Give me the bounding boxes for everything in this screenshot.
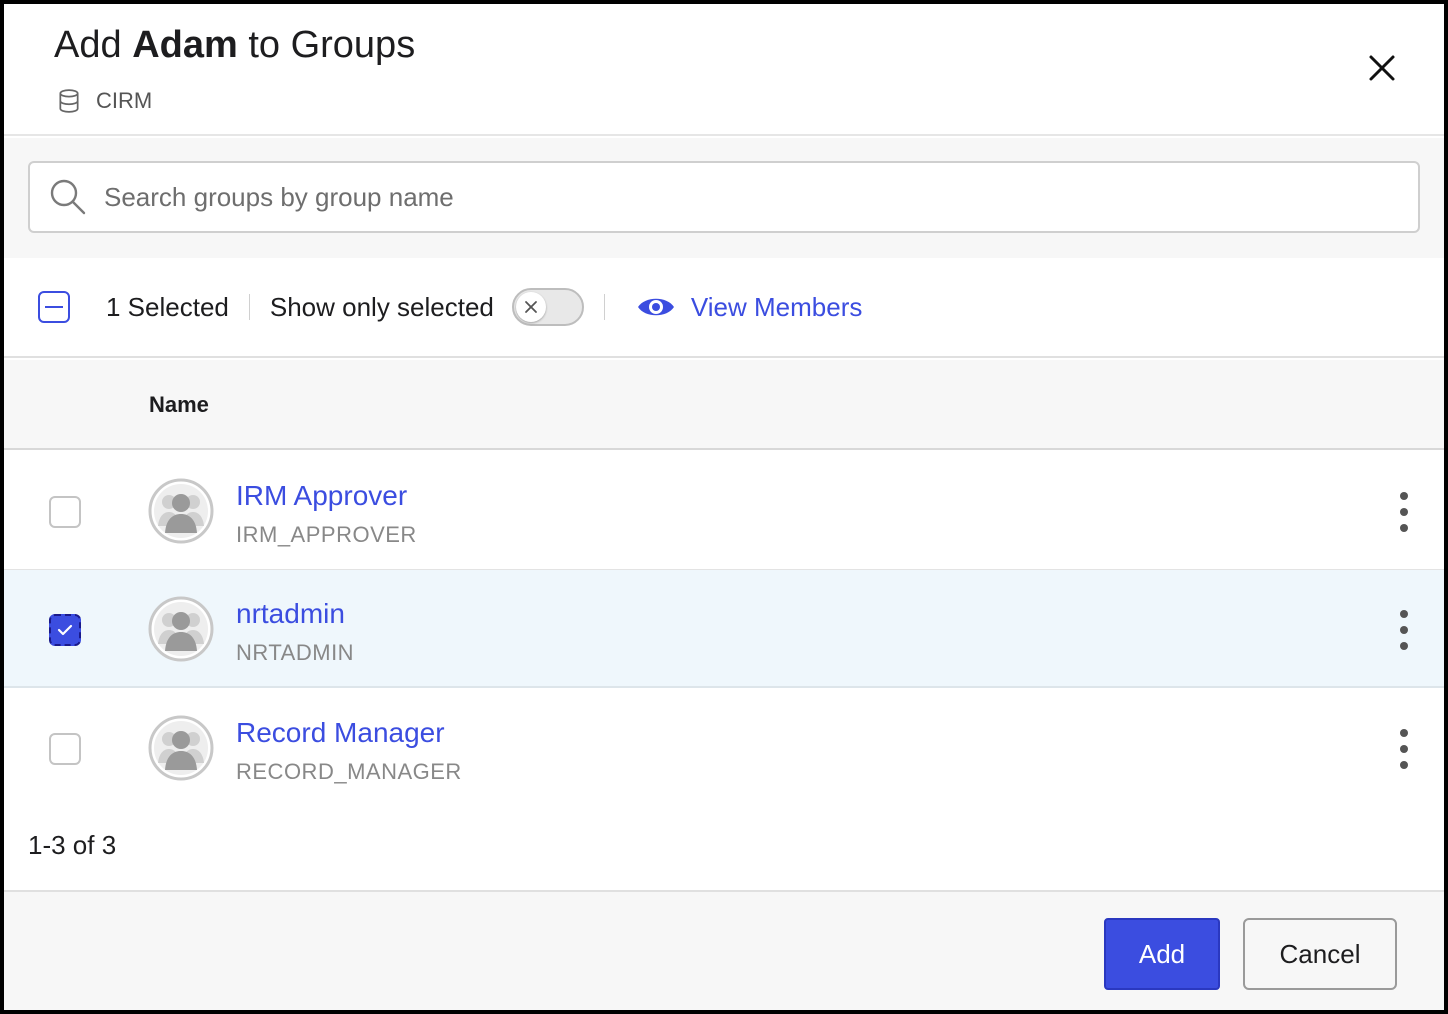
dialog-footer: Add Cancel <box>4 890 1444 1010</box>
group-code: NRTADMIN <box>236 640 355 665</box>
search-section <box>4 138 1444 258</box>
selected-count: 1 Selected <box>106 291 229 322</box>
group-name-link[interactable]: nrtadmin <box>236 598 345 630</box>
table-header: Name <box>4 360 1444 450</box>
row-checkbox[interactable] <box>49 614 81 646</box>
more-options-icon[interactable] <box>1390 608 1418 652</box>
check-icon <box>57 624 73 636</box>
add-to-groups-dialog: Add Adam to Groups CIRM Search groups by… <box>0 0 1448 1014</box>
search-input[interactable] <box>104 181 1418 213</box>
group-avatar-icon <box>148 478 214 544</box>
cancel-button[interactable]: Cancel <box>1243 918 1397 990</box>
search-box[interactable] <box>28 161 1420 233</box>
group-name-link[interactable]: Record Manager <box>236 717 445 749</box>
x-icon <box>525 301 537 313</box>
more-options-icon[interactable] <box>1390 727 1418 771</box>
divider <box>248 294 250 320</box>
close-button[interactable] <box>1364 50 1400 86</box>
group-code: RECORD_MANAGER <box>236 759 462 784</box>
view-members-label: View Members <box>690 291 863 322</box>
table-row[interactable]: IRM Approver IRM_APPROVER <box>4 452 1444 570</box>
more-options-icon[interactable] <box>1390 490 1418 534</box>
show-only-selected-label: Show only selected <box>269 291 494 322</box>
pagination-summary: 1-3 of 3 <box>28 830 117 860</box>
table-row[interactable]: Record Manager RECORD_MANAGER <box>4 689 1444 807</box>
select-all-checkbox[interactable] <box>38 291 70 323</box>
title-prefix: Add <box>54 24 122 66</box>
title-user-name: Adam <box>132 24 238 66</box>
column-header-name[interactable]: Name <box>149 392 209 418</box>
table-row[interactable]: nrtadmin NRTADMIN <box>4 570 1444 688</box>
group-name-link[interactable]: IRM Approver <box>236 480 407 512</box>
show-only-selected-toggle[interactable] <box>511 288 584 326</box>
eye-icon <box>637 298 674 316</box>
dialog-subtitle: CIRM <box>56 88 152 114</box>
group-avatar-icon <box>148 715 214 781</box>
group-code: IRM_APPROVER <box>236 522 417 547</box>
row-checkbox[interactable] <box>49 733 81 765</box>
database-icon <box>59 89 79 113</box>
app-name: CIRM <box>96 88 153 113</box>
toggle-knob <box>515 292 546 322</box>
title-suffix: to Groups <box>248 24 416 66</box>
selection-toolbar: 1 Selected Show only selected View Membe… <box>4 258 1444 358</box>
close-icon <box>1369 55 1395 81</box>
dialog-title: Add Adam to Groups <box>54 24 415 67</box>
dialog-header: Add Adam to Groups CIRM <box>4 4 1444 136</box>
group-avatar-icon <box>148 596 214 662</box>
search-icon <box>50 179 86 215</box>
row-checkbox[interactable] <box>49 496 81 528</box>
view-members-link[interactable]: View Members <box>637 292 862 323</box>
add-button[interactable]: Add <box>1104 918 1220 990</box>
divider <box>603 294 605 320</box>
